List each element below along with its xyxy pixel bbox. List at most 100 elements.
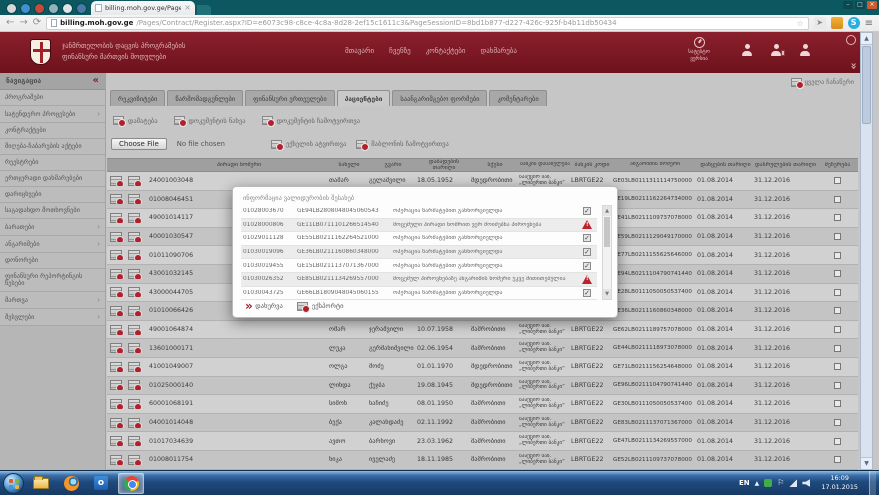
window-close-button[interactable]: × (867, 1, 877, 9)
suspend-checkbox[interactable] (834, 307, 841, 314)
tray-status-icon[interactable] (764, 479, 772, 487)
download-document-button[interactable]: დოკუმენტის ჩამოტვირთვა (262, 116, 360, 125)
edit-record-icon[interactable] (128, 250, 140, 260)
tab-6[interactable]: კომენტარები (489, 90, 546, 106)
delete-record-icon[interactable] (110, 269, 122, 279)
delete-record-icon[interactable] (110, 194, 122, 204)
all-records-button[interactable]: ყველა ჩანაწერი (791, 78, 854, 87)
volume-icon[interactable] (802, 479, 810, 487)
extension-arrow-icon[interactable]: ➤ (814, 17, 826, 29)
tab-2[interactable]: წარმომადგენლები (167, 90, 243, 106)
taskbar-chrome-button[interactable] (118, 473, 144, 494)
edit-record-icon[interactable] (128, 455, 140, 465)
suspend-checkbox[interactable] (834, 177, 841, 184)
excel-upload-button[interactable]: ექსელის ატვირთვა (271, 140, 346, 149)
add-record-button[interactable]: დამატება (113, 116, 158, 125)
edit-record-icon[interactable] (128, 213, 140, 223)
suspend-checkbox[interactable] (834, 270, 841, 277)
header-nav-item[interactable]: კონტაქტები (426, 47, 466, 55)
view-document-button[interactable]: დოკუმენტის ნახვა (174, 116, 246, 125)
sidebar-item[interactable]: მართვა› (0, 292, 105, 309)
delete-record-icon[interactable] (110, 213, 122, 223)
suspend-checkbox[interactable] (834, 438, 841, 445)
delete-record-icon[interactable] (110, 287, 122, 297)
taskbar-explorer-button[interactable] (28, 473, 54, 494)
edit-record-icon[interactable] (128, 399, 140, 409)
header-nav-item[interactable]: დახმარება (481, 47, 517, 55)
tray-expand-icon[interactable]: ▲ (755, 480, 760, 487)
back-icon[interactable]: ← (6, 18, 14, 28)
browser-tab[interactable]: billing.moh.gov.ge/Pages… × (91, 1, 195, 15)
delete-record-icon[interactable] (110, 306, 122, 316)
clock[interactable]: 16:09 17.01.2015 (815, 474, 864, 491)
delete-record-icon[interactable] (110, 418, 122, 428)
forward-icon[interactable]: → (19, 18, 27, 28)
session-globe-icon[interactable] (846, 35, 856, 45)
delete-record-icon[interactable] (110, 250, 122, 260)
taskbar-firefox-button[interactable] (58, 473, 84, 494)
sidebar-item[interactable]: რეესტრები (0, 155, 105, 171)
window-minimize-button[interactable]: – (843, 1, 853, 9)
sidebar-item[interactable]: დარიცხვები (0, 187, 105, 203)
sidebar-item[interactable]: ფინანსური რეპორტინგის წესები (0, 269, 105, 292)
user-document-icon[interactable] (770, 44, 782, 56)
edit-record-icon[interactable] (128, 232, 140, 242)
edit-record-icon[interactable] (128, 176, 140, 186)
new-tab-button[interactable] (197, 5, 211, 15)
favicon-3-icon[interactable] (34, 3, 45, 14)
favicon-2-icon[interactable] (20, 3, 31, 14)
bookmark-star-icon[interactable]: ☆ (796, 19, 803, 28)
suspend-checkbox[interactable] (834, 196, 841, 203)
dialog-scroll-up-icon[interactable]: ▲ (603, 206, 611, 216)
taskbar-outlook-button[interactable]: o (88, 473, 114, 494)
browser-menu-icon[interactable]: ≡ (865, 18, 873, 29)
edit-record-icon[interactable] (128, 362, 140, 372)
edit-record-icon[interactable] (128, 287, 140, 297)
edit-record-icon[interactable] (128, 343, 140, 353)
edit-record-icon[interactable] (128, 436, 140, 446)
page-scrollbar[interactable]: ▲ ▼ (860, 32, 873, 470)
suspend-checkbox[interactable] (834, 400, 841, 407)
delete-record-icon[interactable] (110, 343, 122, 353)
suspend-checkbox[interactable] (834, 363, 841, 370)
sidebar-item[interactable]: ანგარიშები› (0, 236, 105, 253)
delete-record-icon[interactable] (110, 232, 122, 242)
header-nav-item[interactable]: ჩვენზე (389, 47, 411, 55)
suspend-checkbox[interactable] (834, 345, 841, 352)
sidebar-item[interactable]: ერთჯერადი დახმარებები (0, 171, 105, 187)
suspend-checkbox[interactable] (834, 326, 841, 333)
tab-3[interactable]: ფინანსური ერთეულები (245, 90, 335, 106)
edit-record-icon[interactable] (128, 380, 140, 390)
collapse-header-icon[interactable]: » (847, 62, 860, 68)
sidebar-item[interactable]: შესვლები› (0, 309, 105, 326)
scroll-down-icon[interactable]: ▼ (861, 457, 872, 469)
scrollbar-thumb[interactable] (862, 46, 871, 124)
suspend-checkbox[interactable] (834, 233, 841, 240)
template-download-button[interactable]: შაბლონის ჩამოტვირთვა (356, 140, 448, 149)
sidebar-item[interactable]: ბარათები› (0, 219, 105, 236)
delete-record-icon[interactable] (110, 362, 122, 372)
dialog-scrollbar[interactable]: ▲ ▼ (602, 205, 612, 300)
edit-record-icon[interactable] (128, 418, 140, 428)
start-button[interactable] (3, 473, 24, 494)
sidebar-item[interactable]: საგადახდო მოთხოვნები (0, 203, 105, 219)
suspend-checkbox[interactable] (834, 289, 841, 296)
action-center-flag-icon[interactable]: ⚐ (777, 479, 784, 487)
suspend-checkbox[interactable] (834, 382, 841, 389)
favicon-1-icon[interactable] (6, 3, 17, 14)
suspend-checkbox[interactable] (834, 252, 841, 259)
sidebar-collapse-icon[interactable]: « (93, 76, 99, 86)
delete-record-icon[interactable] (110, 399, 122, 409)
tab-4[interactable]: პაციენტები (337, 90, 391, 106)
delete-record-icon[interactable] (110, 325, 122, 335)
dialog-scroll-down-icon[interactable]: ▼ (603, 289, 611, 299)
sidebar-item[interactable]: მიღება-ჩაბარების აქტები (0, 139, 105, 155)
suspend-checkbox[interactable] (834, 214, 841, 221)
header-nav-item[interactable]: მთავარი (345, 47, 374, 55)
tab-5[interactable]: საანგარიშგებო ფორმები (392, 90, 487, 106)
edit-record-icon[interactable] (128, 325, 140, 335)
delete-record-icon[interactable] (110, 436, 122, 446)
user-profile-icon[interactable] (741, 44, 753, 56)
edit-record-icon[interactable] (128, 269, 140, 279)
suspend-checkbox[interactable] (834, 456, 841, 463)
